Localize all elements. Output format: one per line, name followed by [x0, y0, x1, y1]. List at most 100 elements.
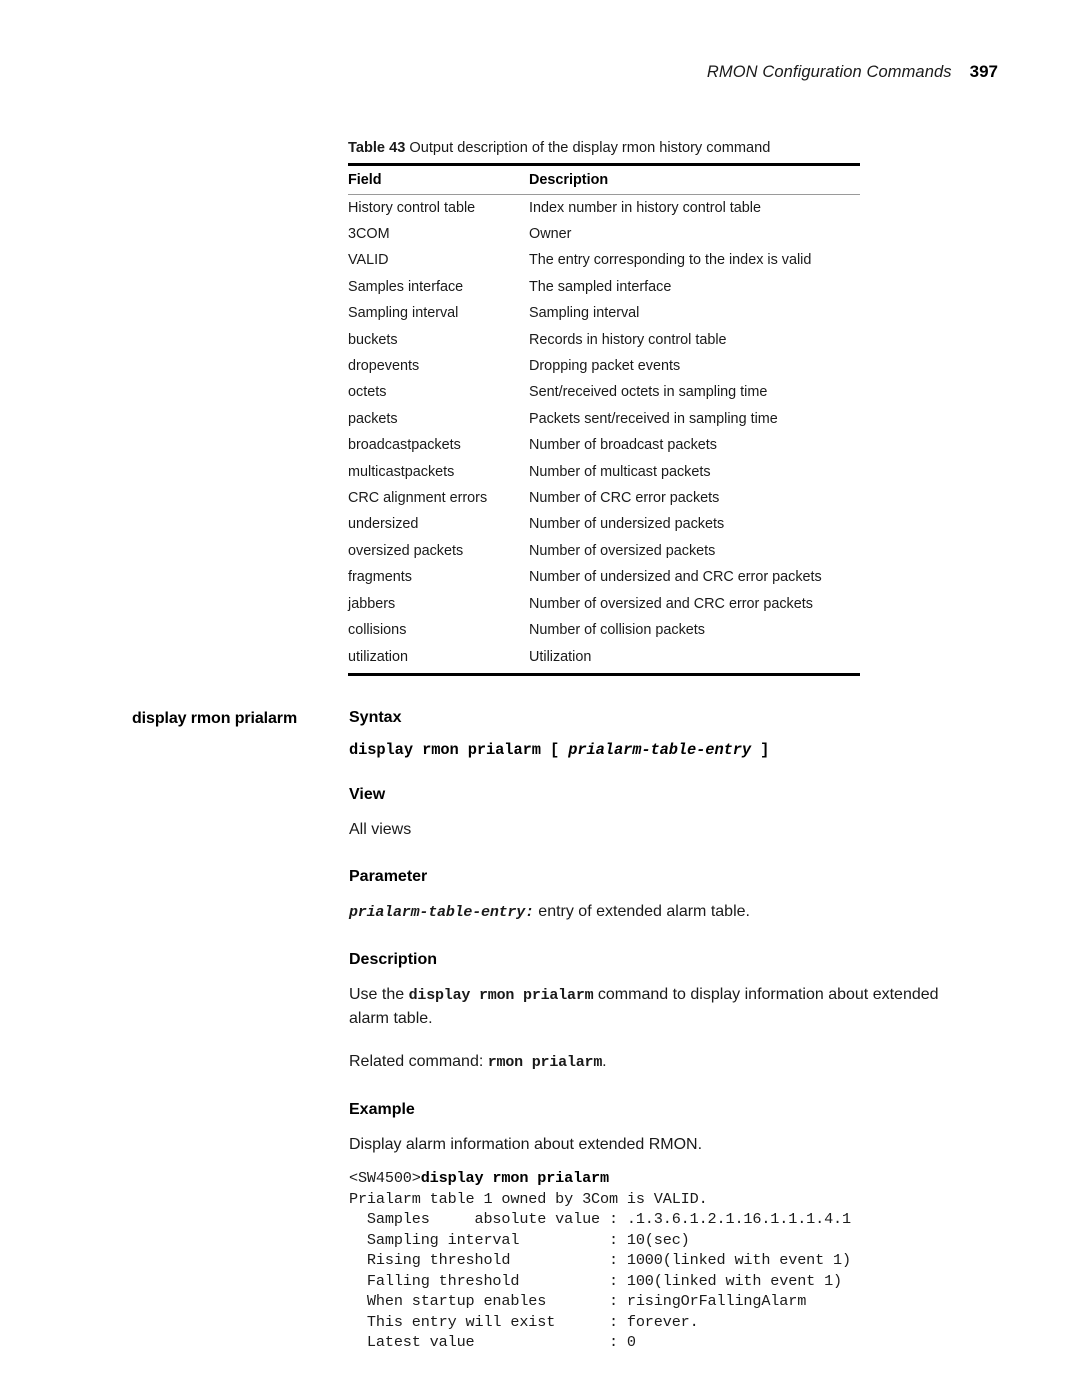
cell-field: CRC alignment errors: [348, 490, 488, 507]
console-line: Sampling interval : 10(sec): [349, 1230, 690, 1249]
syntax-parameter: prialarm-table-entry: [568, 741, 751, 759]
cell-description: Number of multicast packets: [529, 463, 711, 480]
running-header-title: RMON Configuration Commands: [706, 63, 952, 81]
cell-field: dropevents: [348, 358, 420, 375]
cell-description: Number of collision packets: [529, 622, 705, 639]
table-row: dropevents Dropping packet events: [348, 353, 860, 379]
cell-field: collisions: [348, 622, 407, 639]
table-43-block: Table 43 Output description of the displ…: [348, 140, 860, 677]
console-line: Falling threshold : 100(linked with even…: [349, 1271, 843, 1290]
table-row: oversized packets Number of oversized pac…: [348, 538, 860, 564]
cell-field: buckets: [348, 331, 398, 348]
cell-field: undersized: [348, 516, 419, 533]
table-caption: Table 43 Output description of the displ…: [348, 140, 860, 156]
console-line: Samples absolute value : .1.3.6.1.2.1.16…: [349, 1210, 851, 1228]
table-body: History control table Index number in his…: [348, 195, 860, 670]
table-row: buckets Records in history control table: [348, 327, 860, 353]
console-line: Latest value : 0: [349, 1333, 636, 1351]
table-row: broadcastpackets Number of broadcast pack…: [348, 432, 860, 458]
cell-field: utilization: [348, 648, 408, 665]
related-command-period: .: [602, 1053, 607, 1070]
cell-field: History control table: [348, 199, 476, 216]
section-heading-description: Description: [349, 951, 438, 968]
running-header: RMON Configuration Commands 397: [707, 62, 998, 82]
console-prompt: <SW4500>: [349, 1169, 421, 1187]
cell-field: 3COM: [348, 226, 390, 242]
section-heading-view: View: [349, 786, 386, 803]
cell-description: Number of oversized and CRC error packet…: [529, 595, 813, 612]
cell-description: Sent/received octets in sampling time: [529, 384, 768, 401]
cell-field: VALID: [348, 252, 389, 269]
cell-description: The entry corresponding to the index is …: [529, 252, 812, 269]
table-header-row: Field Description: [348, 166, 860, 194]
document-page: RMON Configuration Commands 397 Table 43…: [0, 0, 1080, 1397]
table-row: Sampling interval Sampling interval: [348, 300, 860, 326]
table-row: fragments Number of undersized and CRC er…: [348, 564, 860, 590]
parameter-line: prialarm-table-entry: entry of extended …: [349, 900, 949, 924]
section-heading-example: Example: [349, 1101, 415, 1118]
console-line: This entry will exist : forever.: [349, 1312, 699, 1331]
cell-field: jabbers: [348, 595, 396, 612]
syntax-command: display rmon prialarm [: [349, 741, 569, 759]
column-header-description: Description: [529, 171, 609, 188]
table-row: utilization Utilization: [348, 644, 860, 670]
cell-description: Number of CRC error packets: [529, 490, 720, 507]
cell-description: Number of broadcast packets: [529, 437, 717, 454]
section-heading-syntax: Syntax: [349, 709, 402, 726]
parameter-description: entry of extended alarm table.: [533, 903, 750, 920]
cell-field: broadcastpackets: [348, 437, 461, 454]
table-caption-text: Output description of the display rmon h…: [409, 140, 771, 156]
column-header-field: Field: [348, 171, 382, 188]
cell-description: The sampled interface: [529, 278, 672, 295]
cell-description: Number of undersized packets: [529, 516, 725, 533]
related-command-name: rmon prialarm: [487, 1054, 603, 1071]
table-row: undersized Number of undersized packets: [348, 511, 860, 537]
table-row: multicastpackets Number of multicast pack…: [348, 459, 860, 485]
cell-field: octets: [348, 384, 387, 401]
console-line: Rising threshold : 1000(linked with even…: [349, 1251, 851, 1269]
parameter-name: prialarm-table-entry:: [349, 904, 534, 921]
table-row: History control table Index number in his…: [348, 195, 860, 221]
table-row: collisions Number of collision packets: [348, 617, 860, 643]
table-row: octets Sent/received octets in sampling t…: [348, 379, 860, 405]
table-row: VALID The entry corresponding to the inde…: [348, 247, 860, 273]
table-row: packets Packets sent/received in sampling…: [348, 406, 860, 432]
marginal-command-heading: display rmon prialarm: [132, 710, 298, 727]
cell-field: Samples interface: [348, 278, 464, 295]
example-intro: Display alarm information about extended…: [349, 1136, 703, 1153]
command-reference-body: Syntax display rmon prialarm [ prialarm-…: [349, 708, 949, 1353]
related-command-line: Related command: rmon prialarm.: [349, 1050, 949, 1074]
console-line: Prialarm table 1 owned by 3Com is VALID.: [349, 1189, 708, 1208]
cell-description: Sampling interval: [529, 305, 640, 322]
description-paragraph: Use the display rmon prialarm command to…: [349, 983, 949, 1030]
view-text: All views: [349, 821, 412, 838]
cell-description: Utilization: [529, 648, 592, 665]
section-heading-parameter: Parameter: [349, 868, 428, 885]
table-bottom-rule: [348, 672, 860, 677]
description-lead: Use the: [349, 986, 409, 1003]
cell-field: packets: [348, 410, 398, 427]
console-line: When startup enables : risingOrFallingAl…: [349, 1292, 807, 1310]
cell-field: oversized packets: [348, 542, 464, 559]
syntax-closing: ]: [750, 741, 770, 759]
description-command: display rmon prialarm: [408, 987, 594, 1004]
table-43-body: History control table Index number in his…: [348, 195, 860, 670]
cell-description: Owner: [529, 226, 572, 242]
cell-description: Records in history control table: [529, 331, 727, 348]
table-row: CRC alignment errors Number of CRC error …: [348, 485, 860, 511]
cell-field: multicastpackets: [348, 463, 455, 480]
cell-field: fragments: [348, 569, 412, 586]
cell-description: Dropping packet events: [529, 358, 681, 375]
console-output-block: <SW4500>display rmon prialarm Prialarm t…: [349, 1168, 949, 1353]
cell-description: Number of oversized packets: [529, 542, 716, 559]
cell-field: Sampling interval: [348, 305, 459, 322]
cell-description: Number of undersized and CRC error packe…: [529, 569, 822, 586]
table-row: jabbers Number of oversized and CRC error…: [348, 591, 860, 617]
syntax-line: display rmon prialarm [ prialarm-table-e…: [349, 741, 949, 759]
cell-description: Packets sent/received in sampling time: [529, 410, 778, 427]
cell-description: Index number in history control table: [529, 199, 761, 216]
table-43: Field Description: [348, 166, 860, 194]
page-number: 397: [969, 62, 998, 81]
table-caption-label: Table 43: [348, 140, 406, 156]
related-command-label: Related command:: [349, 1053, 488, 1070]
